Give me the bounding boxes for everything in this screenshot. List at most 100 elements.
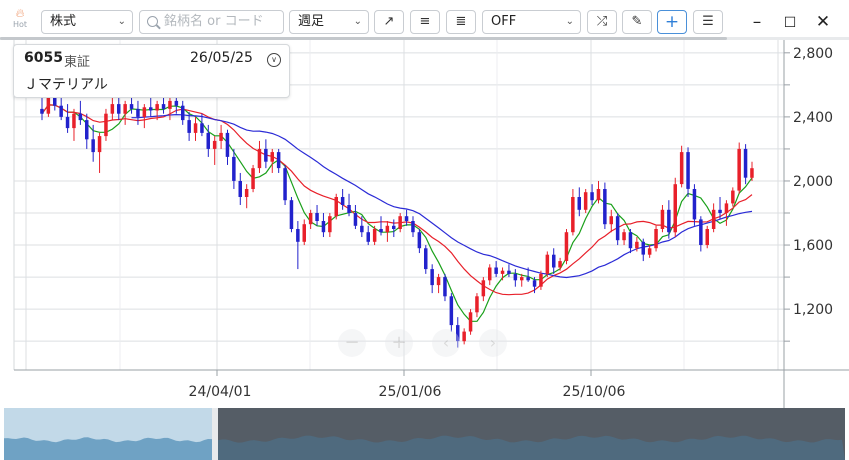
candlesticks [40,84,754,348]
candle-body [711,209,716,229]
draw-button[interactable]: ✎ [622,10,652,34]
candle [660,205,665,233]
candle-body [468,312,473,332]
candle [449,293,454,332]
crosshair-button[interactable]: + [657,10,687,34]
stock-info-popup: 6055 東証 26/05/25 ∨ Ｊマテリアル [13,44,290,98]
date-axis: 24/04/01 25/01/06 25/10/06 [189,370,626,400]
candle [411,216,415,238]
candle [558,257,562,271]
chevron-left-icon: ‹ [443,333,449,352]
candle-body [699,219,703,245]
collapse-chevron-icon[interactable]: ∨ [267,53,281,67]
candle-body [552,254,556,268]
price-tick-label: 2,400 [793,110,833,126]
candle-body [679,152,684,185]
candle-body [520,277,524,281]
shuffle-button[interactable]: ⤮ [587,10,617,34]
candle-body [628,232,633,249]
candle [283,164,287,205]
candle-body [635,241,639,249]
price-tick-label: 1,200 [793,302,833,318]
price-tick-label: 2,000 [793,174,833,190]
candle-body [577,197,581,210]
plus-icon: + [391,332,406,353]
candle-body [123,104,127,114]
candle [462,328,466,345]
align-left-button[interactable]: ≡ [410,10,440,34]
align-right-button[interactable]: ≣ [446,10,476,34]
candle-body [539,273,543,287]
indicator-select[interactable]: OFF ⌄ [482,10,581,34]
candle-body [347,205,351,213]
candle-body [264,148,268,162]
candle [334,193,338,220]
candle-body [97,136,102,153]
candle-body [385,225,390,233]
indicator-select-value: OFF [491,14,517,29]
candle-body [366,232,370,242]
candle [692,184,697,226]
candle-body [219,132,223,141]
close-button[interactable]: ✕ [811,9,835,35]
category-select[interactable]: 株式 ⌄ [41,10,133,34]
hot-button[interactable]: 🔥︎ Hot [8,6,32,36]
candle [59,97,63,121]
candle-body [289,200,294,229]
candle [711,203,716,233]
candle-body [251,168,255,189]
candle [628,229,633,254]
candle-body [276,152,281,169]
candle-body [78,113,83,121]
candle-body [187,120,191,133]
candle [65,104,70,133]
candle-body [667,209,671,233]
candle [424,245,428,274]
candle-body [686,152,690,189]
candle [219,124,223,149]
moving-average-line-2 [41,104,753,296]
period-select[interactable]: 週足 ⌄ [289,10,369,34]
candle-body [603,189,607,225]
trendline-tool-button[interactable]: ↗ [374,10,404,34]
candle-body [315,213,319,221]
candle-body [641,241,645,255]
minimize-button[interactable]: – [745,9,769,35]
candle [104,108,108,141]
candle [225,129,230,165]
candle-body [372,229,377,242]
candle [404,209,409,226]
candle [353,205,358,230]
candle [641,238,645,262]
navigator-handle[interactable] [212,408,218,460]
candle-body [564,232,569,261]
chevron-down-icon: ⌄ [353,16,362,27]
candle-body [65,116,70,129]
candle [238,172,242,205]
zoom-controls: − + ‹ › [338,329,507,357]
candle [85,113,89,149]
candle [468,309,473,335]
candle-body [328,216,332,233]
candle [270,148,274,173]
range-navigator[interactable] [0,408,849,460]
candle [603,182,607,230]
candle-body [360,225,364,233]
candle-body [750,168,754,178]
candle-body [206,132,210,149]
candle [673,177,677,238]
search-input[interactable]: 銘柄名 or コード [139,10,284,34]
maximize-button[interactable]: ☐ [778,9,802,35]
candle-body [647,248,652,255]
settings-button[interactable]: ☰ [693,10,723,34]
candle [545,251,550,278]
candle [181,100,185,125]
candle-body [622,232,626,241]
candle [417,229,422,254]
candle-body [443,277,447,297]
candle-body [660,209,665,229]
candle-body [353,213,358,226]
plus-icon: + [664,12,680,32]
price-tick-label: 1,600 [793,238,833,254]
candle [552,248,556,274]
